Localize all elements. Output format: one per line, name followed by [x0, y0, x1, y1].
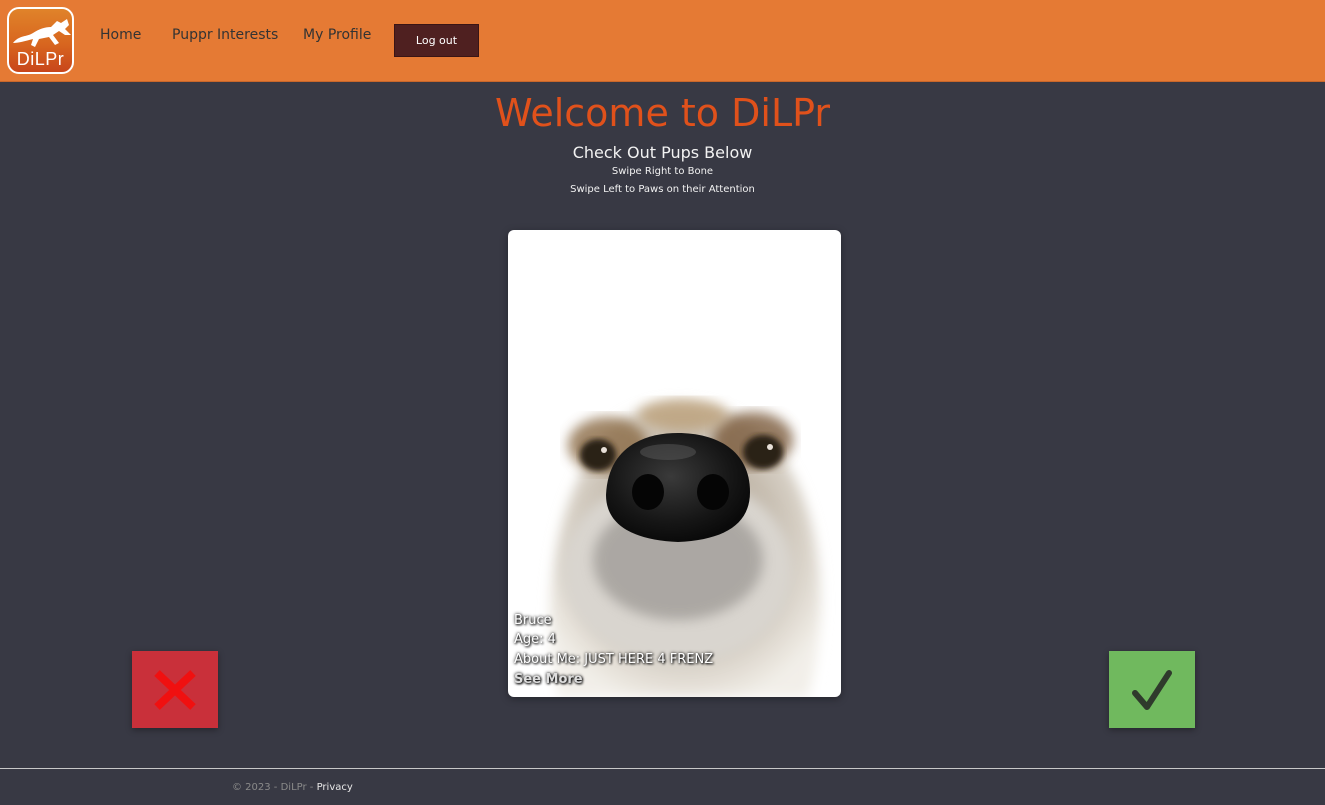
footer-copyright: © 2023 - DiLPr -	[232, 782, 317, 793]
reject-button[interactable]	[132, 651, 218, 728]
x-icon	[154, 669, 196, 710]
nav-puppr-interests[interactable]: Puppr Interests	[172, 27, 278, 43]
footer-divider	[0, 768, 1325, 769]
accept-button[interactable]	[1109, 651, 1195, 728]
dog-photo	[550, 399, 821, 697]
checkmark-icon	[1132, 669, 1172, 710]
page-subtitle: Check Out Pups Below	[572, 143, 753, 162]
running-dog-icon	[13, 19, 71, 47]
pup-profile-card[interactable]: Bruce Age: 4 About Me: JUST HERE 4 FRENZ…	[508, 230, 841, 697]
swipe-right-hint: Swipe Right to Bone	[611, 166, 714, 177]
dilpr-logo[interactable]: DiLPr	[7, 7, 74, 74]
nav-my-profile[interactable]: My Profile	[303, 27, 371, 43]
navbar: DiLPr Home Puppr Interests My Profile Lo…	[0, 0, 1325, 82]
pup-age: Age: 4	[514, 632, 556, 647]
page-title: Welcome to DiLPr	[495, 91, 830, 135]
nav-home[interactable]: Home	[100, 27, 141, 43]
pup-about: About Me: JUST HERE 4 FRENZ	[514, 652, 714, 667]
swipe-left-hint: Swipe Left to Paws on their Attention	[570, 184, 755, 195]
logo-text: DiLPr	[16, 49, 65, 69]
privacy-link[interactable]: Privacy	[317, 782, 353, 793]
footer: © 2023 - DiLPr - Privacy	[232, 782, 353, 793]
see-more-link[interactable]: See More	[514, 672, 583, 687]
logout-button[interactable]: Log out	[394, 24, 479, 57]
pup-name: Bruce	[514, 613, 552, 628]
